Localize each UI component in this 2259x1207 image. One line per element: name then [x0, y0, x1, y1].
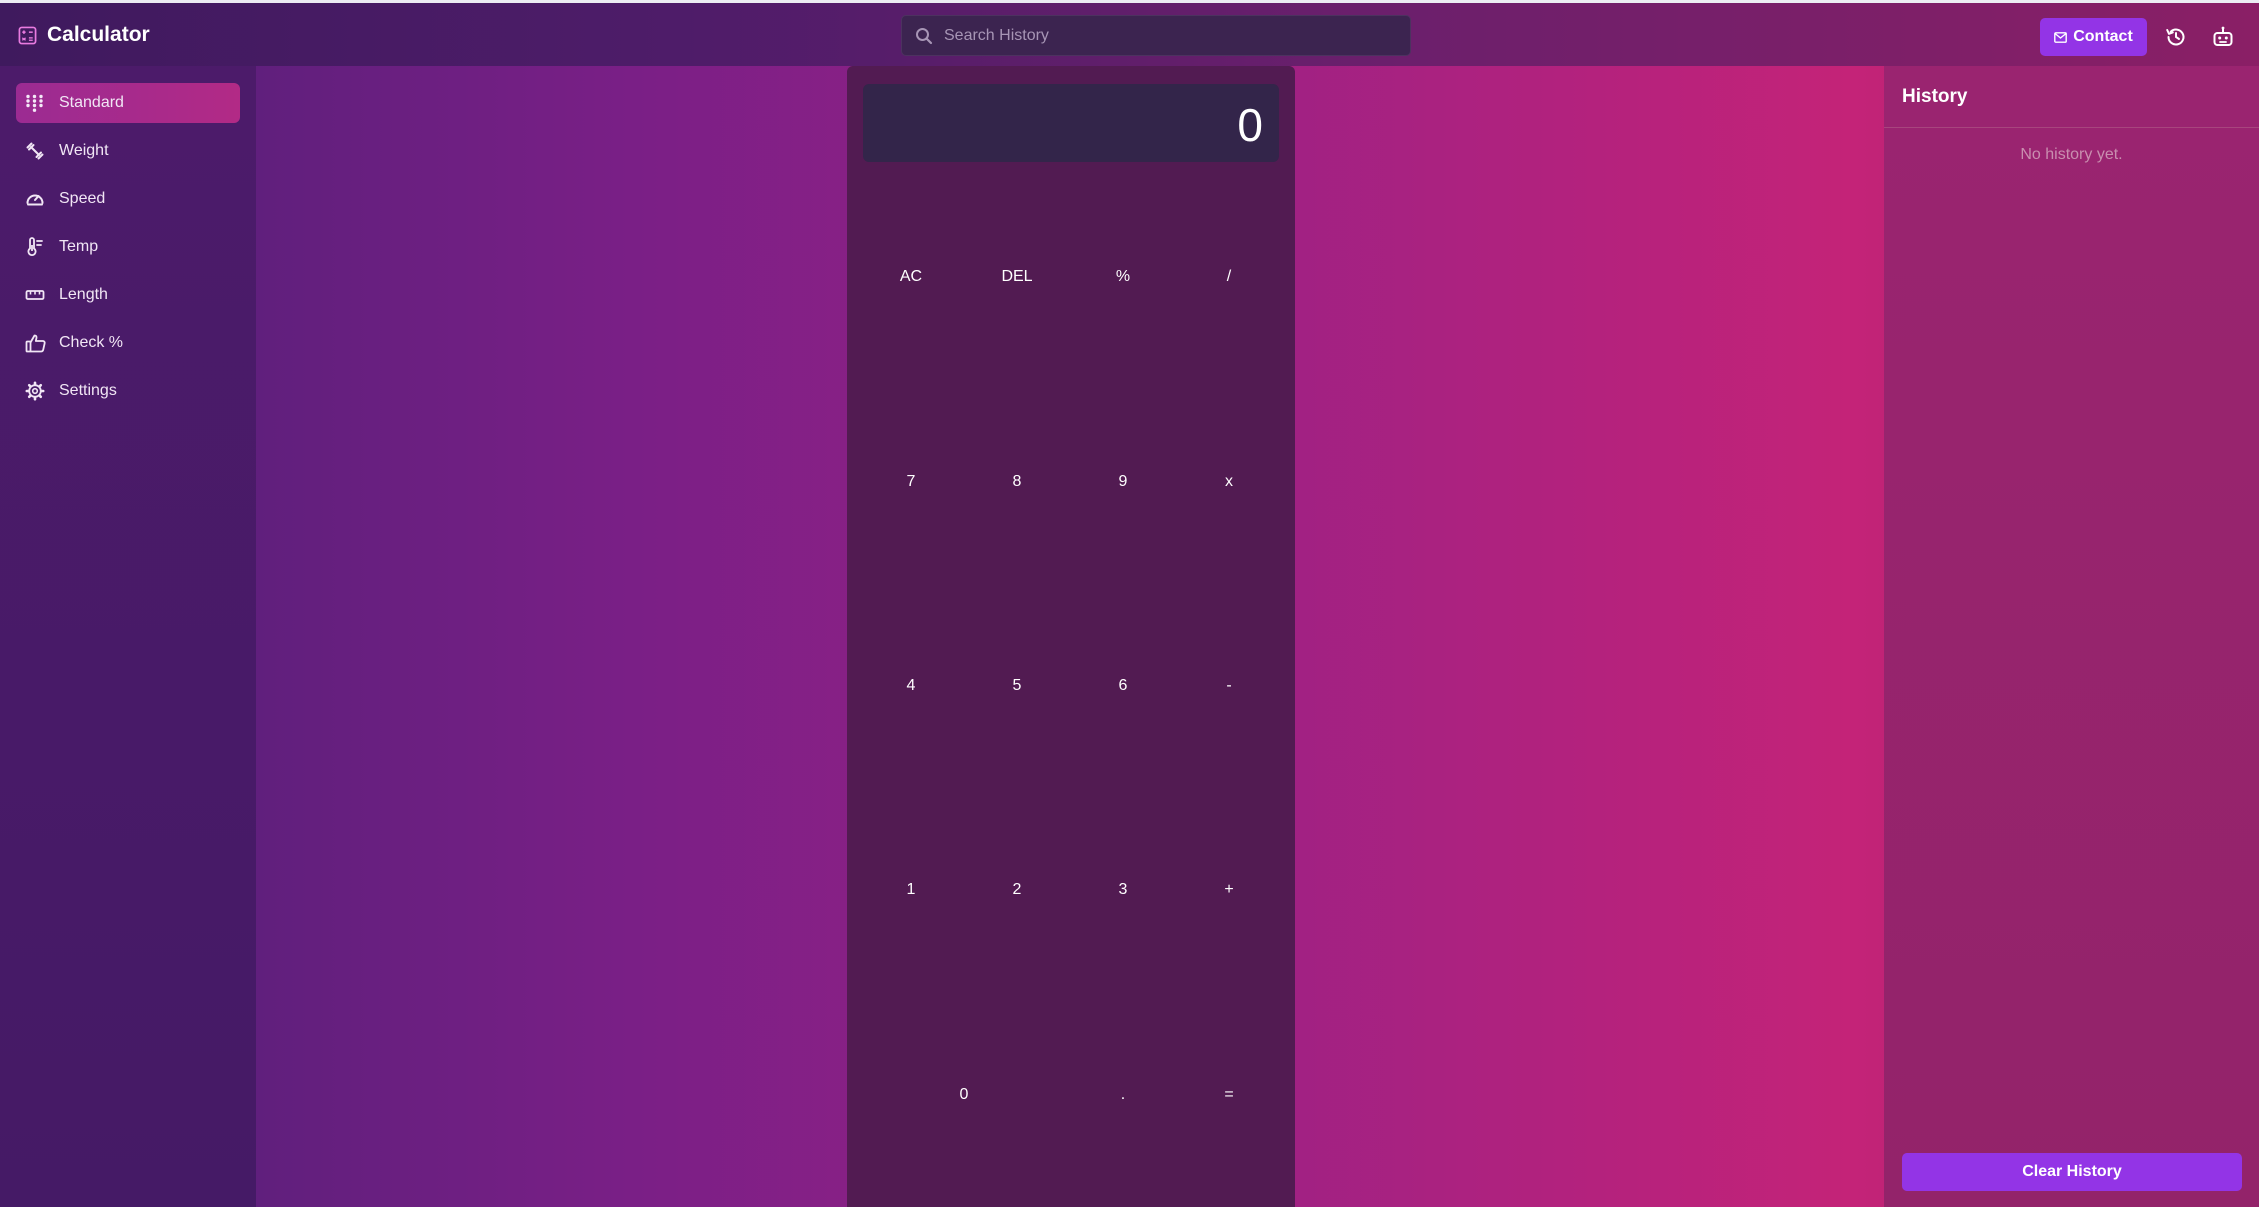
key-2[interactable]: 2	[977, 880, 1057, 900]
calculator-display: 0	[863, 84, 1279, 162]
key-9[interactable]: 9	[1083, 472, 1163, 492]
contact-label: Contact	[2073, 28, 2133, 45]
sidebar-item-label: Temp	[59, 238, 99, 255]
speedometer-icon	[26, 194, 44, 206]
app-title: Calculator	[47, 23, 150, 46]
thermometer-icon	[27, 237, 43, 256]
key-3[interactable]: 3	[1083, 880, 1163, 900]
key-8[interactable]: 8	[977, 472, 1057, 492]
key-equals[interactable]: =	[1189, 1085, 1269, 1105]
sidebar: Standard Weight Speed Temp Length Check …	[0, 66, 256, 1207]
top-bar: Calculator Contact	[0, 0, 2259, 66]
key-percent[interactable]: %	[1083, 267, 1163, 287]
sidebar-item-label: Weight	[59, 142, 109, 159]
clear-history-button[interactable]: Clear History	[1902, 1153, 2242, 1191]
thumbs-up-icon	[25, 334, 46, 353]
sidebar-item-settings[interactable]: Settings	[16, 371, 240, 411]
search-icon	[916, 27, 933, 44]
key-6[interactable]: 6	[1083, 676, 1163, 696]
key-4[interactable]: 4	[871, 676, 951, 696]
calculator-icon	[18, 26, 37, 44]
display-value: 0	[1237, 99, 1263, 151]
sidebar-item-standard[interactable]: Standard	[16, 83, 240, 123]
sidebar-item-label: Length	[59, 286, 108, 303]
divider	[1884, 127, 2259, 128]
key-dot[interactable]: .	[1083, 1085, 1163, 1105]
gear-icon	[25, 381, 45, 401]
sidebar-item-temp[interactable]: Temp	[16, 227, 240, 267]
mail-icon	[2054, 31, 2068, 43]
history-title: History	[1902, 86, 1968, 107]
sidebar-item-label: Settings	[59, 382, 117, 399]
keypad-icon	[26, 94, 43, 112]
key-1[interactable]: 1	[871, 880, 951, 900]
history-panel: History No history yet. Clear History	[1884, 66, 2259, 1207]
weight-icon	[26, 142, 44, 160]
key-7[interactable]: 7	[871, 472, 951, 492]
search-input[interactable]	[942, 25, 1366, 46]
key-minus[interactable]: -	[1189, 676, 1269, 696]
calculator-panel: 0 AC DEL % / 7 8 9 x 4 5 6 - 1 2 3 + 0 .…	[847, 66, 1295, 1207]
key-divide[interactable]: /	[1189, 267, 1269, 287]
sidebar-item-label: Check %	[59, 334, 124, 351]
key-del[interactable]: DEL	[977, 267, 1057, 287]
key-0[interactable]: 0	[874, 1085, 1054, 1105]
key-plus[interactable]: +	[1189, 880, 1269, 900]
sidebar-item-label: Standard	[59, 94, 124, 111]
sidebar-item-length[interactable]: Length	[16, 275, 240, 315]
contact-button[interactable]: Contact	[2040, 18, 2147, 56]
ruler-icon	[25, 290, 45, 300]
sidebar-item-speed[interactable]: Speed	[16, 179, 240, 219]
key-multiply[interactable]: x	[1189, 472, 1269, 492]
sidebar-item-check-percent[interactable]: Check %	[16, 323, 240, 363]
sidebar-item-label: Speed	[59, 190, 106, 207]
history-empty-message: No history yet.	[2020, 146, 2123, 163]
key-ac[interactable]: AC	[871, 267, 951, 287]
brand: Calculator	[18, 23, 150, 47]
sidebar-item-weight[interactable]: Weight	[16, 131, 240, 171]
key-5[interactable]: 5	[977, 676, 1057, 696]
history-icon[interactable]	[2164, 25, 2188, 49]
robot-icon[interactable]	[2211, 25, 2235, 49]
search-box[interactable]	[901, 15, 1411, 56]
